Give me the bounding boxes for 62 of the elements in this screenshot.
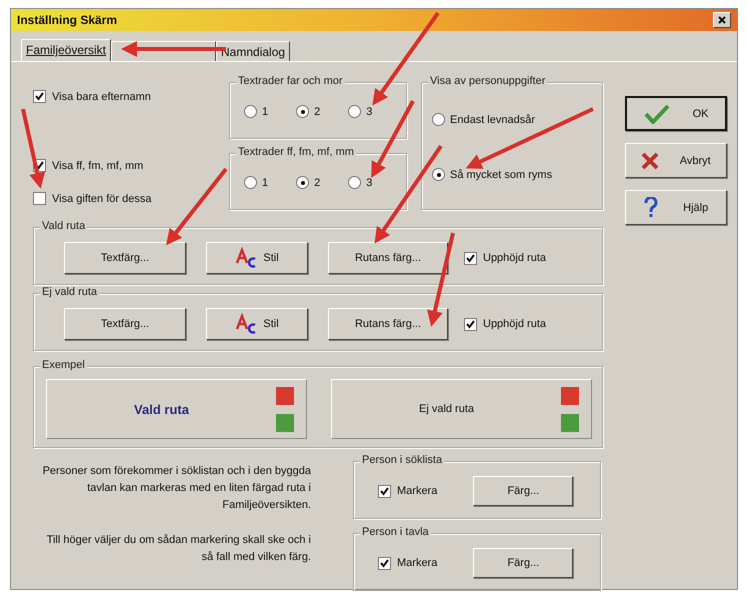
radio-label: 2 <box>314 106 320 118</box>
checkbox[interactable] <box>33 90 46 103</box>
checkbox-label: Visa bara efternamn <box>52 90 151 102</box>
radio-label: Endast levnadsår <box>450 114 535 126</box>
radio-label: 1 <box>262 176 268 188</box>
font-style-icon <box>235 313 258 335</box>
group-title: Visa av personuppgifter <box>428 75 548 87</box>
group-title: Person i tavla <box>360 526 431 538</box>
help-icon <box>644 196 658 218</box>
checkbox-label: Markera <box>397 557 438 569</box>
radio-label: Så mycket som ryms <box>450 168 552 180</box>
close-icon <box>718 16 726 24</box>
radio-button[interactable] <box>296 176 310 189</box>
radio-button[interactable] <box>432 168 445 181</box>
style-button[interactable]: Stil <box>206 242 308 274</box>
style-button[interactable]: Stil <box>206 308 308 340</box>
radio-label: 3 <box>366 176 372 188</box>
font-style-icon <box>235 247 258 269</box>
tab[interactable]: Familjeöversikt <box>21 39 112 61</box>
tab[interactable]: Namndialog <box>216 41 290 61</box>
group-title: Textrader far och mor <box>236 75 345 87</box>
text-color-button[interactable]: Textfärg... <box>64 308 186 340</box>
radio-label: 1 <box>262 106 268 118</box>
help-text: Till höger väljer du om sådan markering skall ske och i så fall med vilken färg. <box>46 533 311 565</box>
checkbox[interactable] <box>378 556 391 570</box>
group-title: Person i söklista <box>360 454 444 466</box>
radio-button[interactable] <box>348 176 362 189</box>
checkbox-label: Upphöjd ruta <box>483 252 546 264</box>
example-label: Vald ruta <box>133 402 190 416</box>
checkbox-label: Visa ff, fm, mf, mm <box>52 160 144 172</box>
close-button[interactable] <box>713 12 731 28</box>
checkbox-label: Upphöjd ruta <box>483 318 546 330</box>
example-label: Ej vald ruta <box>418 403 476 415</box>
radio-button[interactable] <box>296 105 310 118</box>
box-color-button[interactable]: Rutans färg... <box>328 308 448 340</box>
checkbox[interactable] <box>464 318 477 330</box>
help-text: Personer som förekommer i söklistan och i den byggda tavlan kan markeras med en liten färgad ruta i Familjeöversikten. <box>42 464 311 513</box>
group-title: Vald ruta <box>40 220 88 232</box>
group-title: Ej vald ruta <box>40 286 100 298</box>
color-button[interactable]: Färg... <box>473 476 574 506</box>
checkbox[interactable] <box>33 192 46 205</box>
radio-button[interactable] <box>244 176 257 189</box>
radio-label: 3 <box>366 106 372 118</box>
color-button[interactable]: Färg... <box>473 548 574 578</box>
close-icon <box>641 152 660 170</box>
ok-button[interactable]: OK <box>625 96 727 131</box>
check-icon <box>644 104 670 124</box>
text-color-button[interactable]: Textfärg... <box>64 242 186 274</box>
cancel-button[interactable]: Avbryt <box>625 143 727 178</box>
checkbox[interactable] <box>378 484 391 498</box>
checkbox-label: Markera <box>397 485 438 497</box>
group-title: Textrader ff, fm, mf, mm <box>236 146 356 158</box>
checkbox-label: Visa giften för dessa <box>52 192 152 204</box>
radio-button[interactable] <box>432 113 445 126</box>
help-button[interactable]: Hjälp <box>625 190 727 225</box>
window-title: Inställning Skärm <box>17 13 118 27</box>
checkbox[interactable] <box>464 252 477 264</box>
radio-button[interactable] <box>348 105 362 118</box>
radio-button[interactable] <box>244 105 257 118</box>
group-title: Exempel <box>40 359 87 371</box>
box-color-button[interactable]: Rutans färg... <box>328 242 448 274</box>
radio-label: 2 <box>314 176 320 188</box>
